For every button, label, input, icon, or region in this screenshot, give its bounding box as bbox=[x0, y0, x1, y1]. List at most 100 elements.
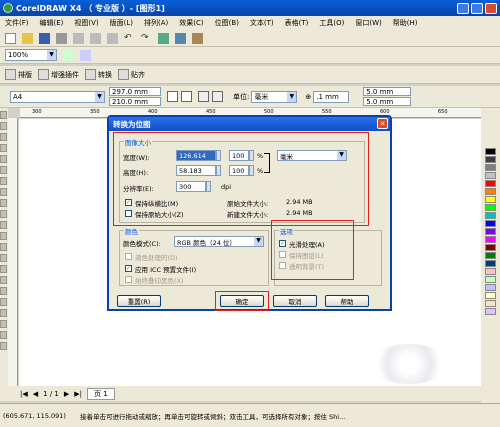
dialog-close-icon[interactable]: ✕ bbox=[377, 118, 388, 129]
convert-plugin-button[interactable]: 转换 bbox=[85, 69, 112, 80]
palette-swatch[interactable] bbox=[485, 236, 496, 243]
toolbox-tool-icon[interactable] bbox=[0, 111, 7, 119]
all-pages-icon[interactable] bbox=[198, 91, 209, 102]
toolbox-tool-icon[interactable] bbox=[0, 177, 7, 185]
paste-icon[interactable] bbox=[107, 32, 118, 44]
export-icon[interactable] bbox=[175, 32, 186, 44]
copy-icon[interactable] bbox=[90, 32, 101, 44]
toolbox-tool-icon[interactable] bbox=[0, 232, 7, 240]
nudge-distance-field[interactable]: .1 mm bbox=[313, 90, 350, 103]
palette-swatch[interactable] bbox=[485, 188, 496, 195]
palette-swatch[interactable] bbox=[485, 292, 496, 299]
palette-swatch[interactable] bbox=[485, 260, 496, 267]
palette-swatch[interactable] bbox=[485, 180, 496, 187]
menu-edit[interactable]: 编辑(E) bbox=[40, 18, 64, 28]
palette-swatch[interactable] bbox=[485, 148, 496, 155]
toolbox-tool-icon[interactable] bbox=[0, 309, 7, 317]
paper-height-field[interactable]: 210.0 mm bbox=[109, 97, 161, 106]
toolbox-tool-icon[interactable] bbox=[0, 155, 7, 163]
first-page-icon[interactable]: |◀ bbox=[20, 390, 28, 398]
palette-swatch[interactable] bbox=[485, 172, 496, 179]
toolbox-tool-icon[interactable] bbox=[0, 298, 7, 306]
menu-text[interactable]: 文本(T) bbox=[250, 18, 274, 28]
redo-icon[interactable]: ↷ bbox=[141, 33, 152, 44]
menu-tools[interactable]: 工具(O) bbox=[319, 18, 344, 28]
toolbox-tool-icon[interactable] bbox=[0, 276, 7, 284]
new-icon[interactable] bbox=[5, 32, 16, 44]
toolbox-tool-icon[interactable] bbox=[0, 122, 7, 130]
reset-button[interactable]: 重置(R) bbox=[117, 295, 161, 307]
landscape-icon[interactable] bbox=[181, 91, 192, 102]
current-page-icon[interactable] bbox=[212, 91, 223, 102]
duplicate-x-field[interactable]: 5.0 mm bbox=[363, 87, 412, 96]
toolbox-tool-icon[interactable] bbox=[0, 342, 7, 350]
menu-layout[interactable]: 版面(L) bbox=[110, 18, 133, 28]
last-page-icon[interactable]: ▶| bbox=[74, 390, 82, 398]
palette-swatch[interactable] bbox=[485, 196, 496, 203]
menu-window[interactable]: 窗口(W) bbox=[355, 18, 381, 28]
prev-page-icon[interactable]: ◀ bbox=[33, 390, 38, 398]
layout-plugin-button[interactable]: 排版 bbox=[5, 69, 32, 80]
palette-swatch[interactable] bbox=[485, 156, 496, 163]
paper-width-field[interactable]: 297.0 mm bbox=[109, 87, 161, 96]
palette-swatch[interactable] bbox=[485, 204, 496, 211]
palette-swatch[interactable] bbox=[485, 276, 496, 283]
open-icon[interactable] bbox=[22, 32, 33, 44]
menu-bitmaps[interactable]: 位图(B) bbox=[215, 18, 239, 28]
toolbox-tool-icon[interactable] bbox=[0, 144, 7, 152]
help-button[interactable]: 帮助 bbox=[325, 295, 369, 307]
color-mode-select[interactable]: RGB 颜色（24 位） ▼ bbox=[174, 236, 264, 247]
units-value: 毫米 bbox=[254, 92, 269, 101]
options-icon[interactable] bbox=[80, 49, 91, 61]
cancel-button[interactable]: 取消 bbox=[273, 295, 317, 307]
toolbox-tool-icon[interactable] bbox=[0, 188, 7, 196]
close-icon[interactable] bbox=[485, 2, 497, 14]
palette-swatch[interactable] bbox=[485, 164, 496, 171]
next-page-icon[interactable]: ▶ bbox=[64, 390, 69, 398]
menu-file[interactable]: 文件(F) bbox=[5, 18, 29, 28]
palette-swatch[interactable] bbox=[485, 220, 496, 227]
icc-checkbox[interactable]: ✓ bbox=[125, 265, 132, 272]
palette-swatch[interactable] bbox=[485, 244, 496, 251]
palette-swatch[interactable] bbox=[485, 228, 496, 235]
undo-icon[interactable]: ↶ bbox=[124, 33, 135, 44]
toolbox-tool-icon[interactable] bbox=[0, 166, 7, 174]
palette-swatch[interactable] bbox=[485, 284, 496, 291]
minimize-icon[interactable] bbox=[457, 2, 469, 14]
save-icon[interactable] bbox=[39, 32, 50, 44]
menu-arrange[interactable]: 排列(A) bbox=[144, 18, 168, 28]
palette-swatch[interactable] bbox=[485, 308, 496, 315]
toolbox-tool-icon[interactable] bbox=[0, 210, 7, 218]
toolbox-tool-icon[interactable] bbox=[0, 243, 7, 251]
paper-type-select[interactable]: A4 ▼ bbox=[10, 90, 105, 103]
toolbox-tool-icon[interactable] bbox=[0, 287, 7, 295]
toolbox-tool-icon[interactable] bbox=[0, 320, 7, 328]
toolbox-tool-icon[interactable] bbox=[0, 331, 7, 339]
palette-swatch[interactable] bbox=[485, 300, 496, 307]
print-icon[interactable] bbox=[56, 32, 67, 44]
import-icon[interactable] bbox=[158, 32, 169, 44]
paste-plugin-button[interactable]: 贴齐 bbox=[118, 69, 145, 80]
toolbox-tool-icon[interactable] bbox=[0, 133, 7, 141]
enhance-plugin-button[interactable]: 增强插件 bbox=[38, 69, 79, 80]
snap-icon[interactable] bbox=[63, 49, 74, 61]
cut-icon[interactable] bbox=[73, 32, 84, 44]
menu-table[interactable]: 表格(T) bbox=[285, 18, 309, 28]
menu-view[interactable]: 视图(V) bbox=[74, 18, 98, 28]
portrait-icon[interactable] bbox=[167, 91, 178, 102]
toolbox-tool-icon[interactable] bbox=[0, 254, 7, 262]
zoom-level-select[interactable]: 100% ▼ bbox=[5, 49, 57, 61]
toolbox-tool-icon[interactable] bbox=[0, 221, 7, 229]
units-select[interactable]: 毫米 ▼ bbox=[251, 90, 298, 103]
menu-help[interactable]: 帮助(H) bbox=[393, 18, 418, 28]
menu-effects[interactable]: 效果(C) bbox=[179, 18, 203, 28]
toolbox-tool-icon[interactable] bbox=[0, 199, 7, 207]
page-tab[interactable]: 页 1 bbox=[87, 387, 115, 400]
palette-swatch[interactable] bbox=[485, 268, 496, 275]
toolbox-tool-icon[interactable] bbox=[0, 265, 7, 273]
palette-swatch[interactable] bbox=[485, 252, 496, 259]
maximize-icon[interactable] bbox=[471, 2, 483, 14]
palette-swatch[interactable] bbox=[485, 212, 496, 219]
application-launcher-icon[interactable] bbox=[192, 32, 203, 44]
duplicate-y-field[interactable]: 5.0 mm bbox=[363, 97, 412, 106]
